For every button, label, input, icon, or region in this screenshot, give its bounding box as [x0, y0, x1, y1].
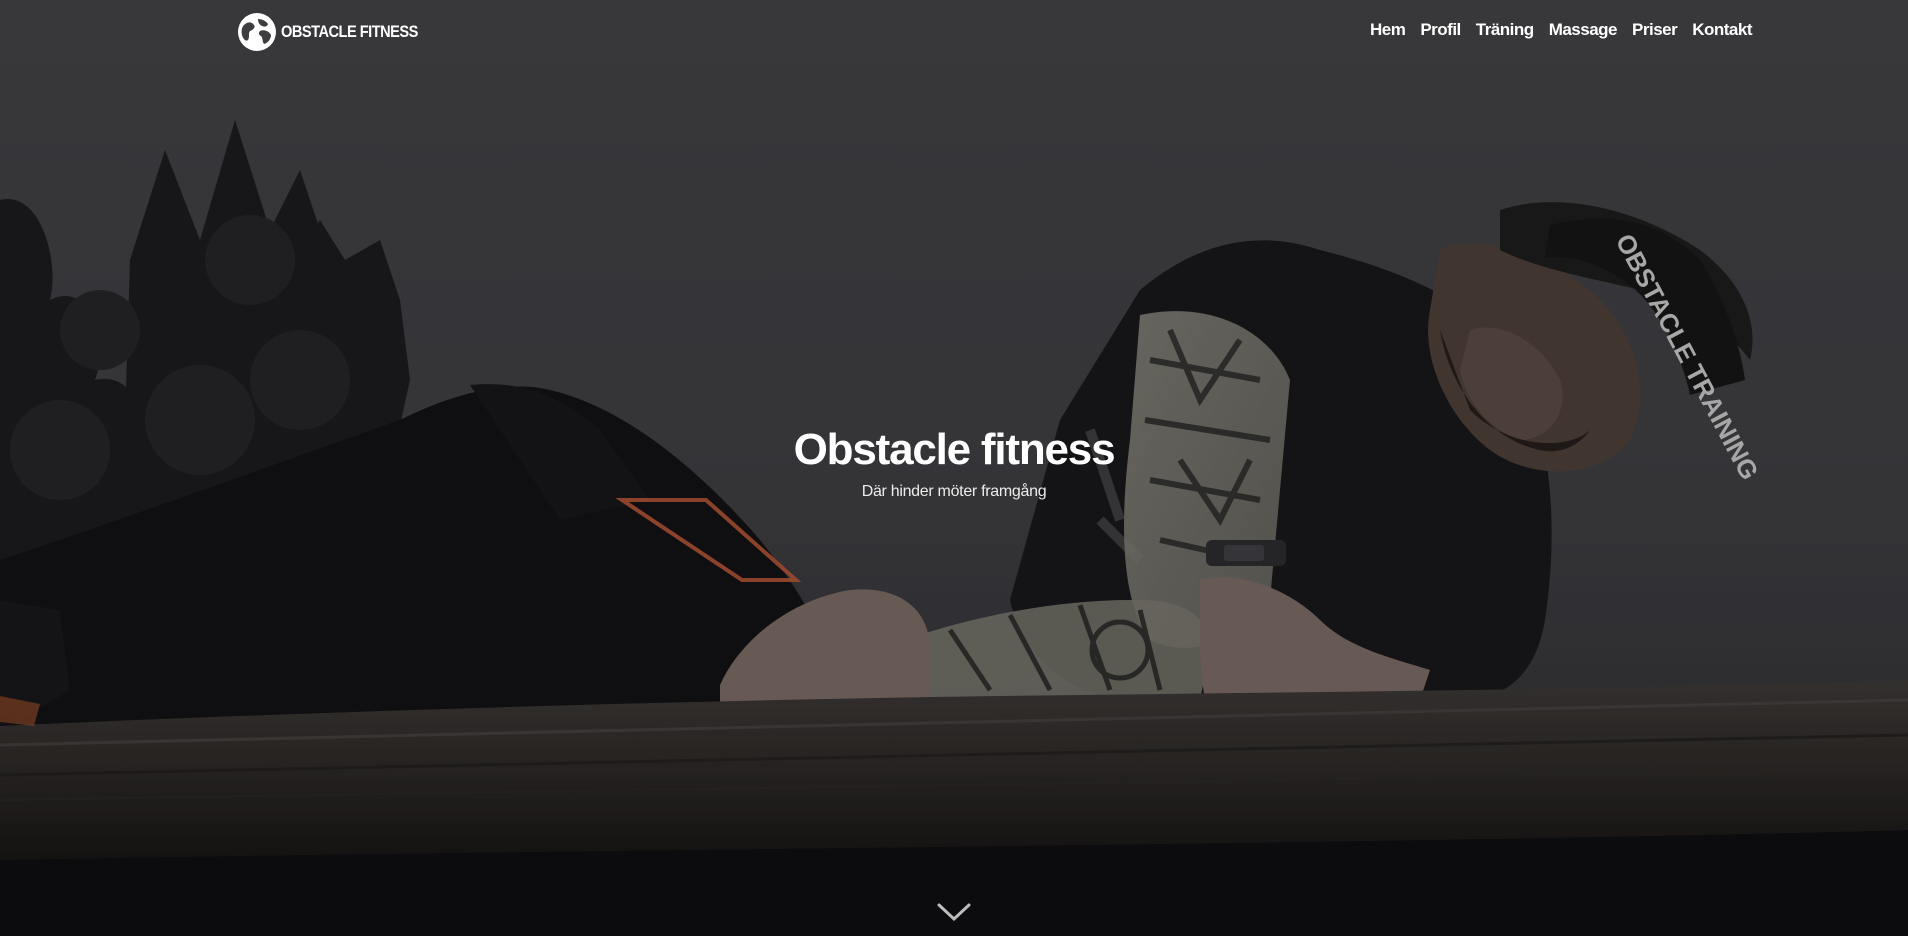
chevron-down-icon[interactable]	[936, 900, 972, 924]
nav-link-profil[interactable]: Profil	[1420, 20, 1461, 40]
nav-link-massage[interactable]: Massage	[1549, 20, 1618, 40]
nav-link-traning[interactable]: Träning	[1476, 20, 1534, 40]
nav-item-priser: Priser	[1632, 20, 1678, 40]
nav-item-profil: Profil	[1420, 20, 1461, 40]
globe-icon	[238, 13, 276, 51]
nav-link-kontakt[interactable]: Kontakt	[1692, 20, 1752, 40]
brand-name: OBSTACLE FITNESS	[281, 22, 418, 41]
nav-item-kontakt: Kontakt	[1692, 20, 1752, 40]
nav-item-massage: Massage	[1549, 20, 1618, 40]
brand-logo-link[interactable]: OBSTACLE FITNESS	[236, 11, 440, 53]
nav-link-priser[interactable]: Priser	[1632, 20, 1678, 40]
navbar: OBSTACLE FITNESS Hem Profil Träning Mass…	[0, 0, 1908, 64]
nav-item-traning: Träning	[1476, 20, 1534, 40]
hero-section: OBSTACLE TRAINING Obstacle fitness Där h…	[0, 0, 1908, 936]
hero-subtitle: Där hinder möter framgång	[861, 483, 1047, 500]
nav-item-hem: Hem	[1370, 20, 1406, 40]
hero-title: Obstacle fitness	[793, 425, 1116, 474]
nav-link-hem[interactable]: Hem	[1370, 20, 1406, 40]
main-menu: Hem Profil Träning Massage Priser Kontak…	[1355, 20, 1753, 40]
